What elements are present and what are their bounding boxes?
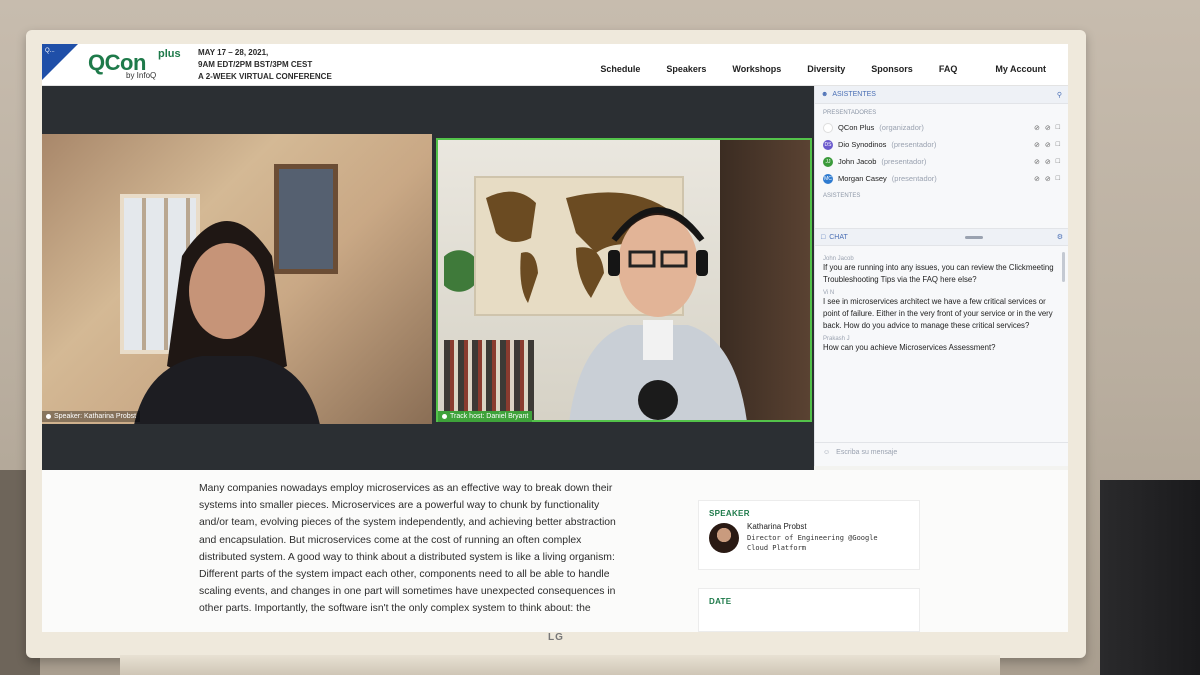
attendees-header[interactable]: ☻ ASISTENTES ⚲ — [815, 86, 1068, 104]
speaker-info: Katharina Probst Director of Engineering… — [747, 522, 878, 553]
settings-icon[interactable]: ⚙ — [1057, 233, 1063, 241]
screen-icon[interactable]: □ — [1056, 158, 1060, 166]
event-info: MAY 17 – 28, 2021, 9AM EDT/2PM BST/3PM C… — [198, 47, 332, 83]
camera-off-icon[interactable]: ⊘ — [1045, 158, 1051, 166]
speaker-video-tile[interactable] — [42, 134, 432, 424]
attendees-section-label: ASISTENTES — [823, 193, 861, 199]
camera-off-icon[interactable]: ⊘ — [1045, 175, 1051, 183]
date-card-label: DATE — [709, 597, 732, 606]
participant-name: John Jacob — [838, 157, 877, 166]
speaker-row: Katharina Probst Director of Engineering… — [699, 522, 919, 553]
loudspeaker — [1100, 480, 1200, 675]
chat-messages: John Jacob If you are running into any i… — [815, 248, 1068, 438]
participant-role: (presentador) — [891, 174, 937, 183]
event-tagline: A 2-WEEK VIRTUAL CONFERENCE — [198, 72, 332, 81]
participant-role: (presentador) — [891, 140, 937, 149]
speaker-title-line: Cloud Platform — [747, 544, 807, 552]
participant-avatar — [823, 122, 833, 133]
tv-stand — [120, 655, 1000, 675]
speaker-card[interactable]: SPEAKER Katharina Probst Director of Eng… — [698, 500, 920, 570]
bookshelf — [444, 340, 534, 420]
mic-muted-icon[interactable]: ⊘ — [1034, 175, 1040, 183]
host-caption: Track host: Daniel Bryant — [438, 411, 533, 422]
chat-scrollbar[interactable] — [1062, 252, 1065, 282]
nav-schedule[interactable]: Schedule — [600, 64, 640, 74]
participant-name: QCon Plus — [838, 123, 875, 132]
event-dates: MAY 17 – 28, 2021, — [198, 48, 269, 57]
message-text: How can you achieve Microservices Assess… — [823, 343, 996, 352]
participant-name: Dio Synodinos — [838, 140, 887, 149]
mic-muted-icon[interactable]: ⊘ — [1034, 141, 1040, 149]
chat-icon: □ — [821, 233, 826, 241]
session-description: Many companies nowadays employ microserv… — [199, 483, 616, 615]
chat-header[interactable]: □ CHAT ⚙ — [815, 228, 1068, 246]
message-text: If you are running into any issues, you … — [823, 263, 1054, 284]
presenters-section-label: PRESENTADORES — [823, 110, 877, 116]
search-icon[interactable]: ⚲ — [1057, 91, 1062, 99]
speaker-caption: Speaker: Katharina Probst — [42, 411, 141, 422]
nav-my-account[interactable]: My Account — [995, 64, 1046, 74]
participant-controls: ⊘ ⊘ □ — [1034, 158, 1060, 166]
main-nav: Schedule Speakers Workshops Diversity Sp… — [600, 64, 1046, 74]
speaker-caption-text: Speaker: Katharina Probst — [54, 413, 137, 420]
meeting-sidebar: ☻ ASISTENTES ⚲ PRESENTADORES QCon Plus (… — [814, 86, 1068, 466]
speaker-title: Director of Engineering @Google Cloud Pl… — [747, 533, 878, 553]
nav-faq[interactable]: FAQ — [939, 64, 958, 74]
speaker-title-line: Director of Engineering @Google — [747, 534, 878, 542]
participant-controls: ⊘ ⊘ □ — [1034, 175, 1060, 183]
participant-avatar: JJ — [823, 156, 833, 167]
speaker-name[interactable]: Katharina Probst — [747, 522, 878, 531]
session-content: Many companies nowadays employ microserv… — [42, 470, 1068, 632]
nav-sponsors[interactable]: Sponsors — [871, 64, 913, 74]
chat-input[interactable]: ☺ Escriba su mensaje — [815, 442, 1068, 462]
mic-muted-icon[interactable]: ⊘ — [1034, 158, 1040, 166]
camera-off-icon[interactable]: ⊘ — [1045, 141, 1051, 149]
video-stage: Speaker: Katharina Probst Track host: Da… — [42, 86, 814, 470]
participant-avatar: DS — [823, 139, 833, 150]
chat-input-placeholder: Escriba su mensaje — [836, 449, 898, 456]
camera-off-icon[interactable]: ⊘ — [1045, 124, 1051, 132]
tv-brand-logo: LG — [548, 632, 564, 643]
screen-icon[interactable]: □ — [1056, 124, 1060, 132]
host-figure — [569, 207, 747, 420]
browser-screen: Q... QCon plus by InfoQ MAY 17 – 28, 202… — [42, 44, 1068, 632]
participant-role: (presentador) — [881, 157, 927, 166]
attendees-label: ASISTENTES — [832, 91, 876, 98]
avatar — [709, 522, 739, 553]
participant-name: Morgan Casey — [838, 174, 887, 183]
message-text: I see in microservices architect we have… — [823, 297, 1053, 330]
participant-row[interactable]: QCon Plus (organizador) ⊘ ⊘ □ — [815, 119, 1068, 136]
event-time: 9AM EDT/2PM BST/3PM CEST — [198, 60, 313, 69]
emoji-icon[interactable]: ☺ — [823, 449, 830, 456]
nav-workshops[interactable]: Workshops — [732, 64, 781, 74]
mic-muted-icon[interactable]: ⊘ — [1034, 124, 1040, 132]
speaker-figure — [134, 221, 320, 424]
screen-icon[interactable]: □ — [1056, 175, 1060, 183]
participant-row[interactable]: JJ John Jacob (presentador) ⊘ ⊘ □ — [815, 153, 1068, 170]
nav-speakers[interactable]: Speakers — [666, 64, 706, 74]
host-caption-text: Track host: Daniel Bryant — [450, 413, 529, 420]
site-header: Q... QCon plus by InfoQ MAY 17 – 28, 202… — [42, 44, 1068, 86]
nav-diversity[interactable]: Diversity — [807, 64, 845, 74]
participant-row[interactable]: DS Dio Synodinos (presentador) ⊘ ⊘ □ — [815, 136, 1068, 153]
participant-row[interactable]: MC Morgan Casey (presentador) ⊘ ⊘ □ — [815, 170, 1068, 187]
participant-controls: ⊘ ⊘ □ — [1034, 124, 1060, 132]
plant — [444, 250, 474, 320]
mic-icon — [46, 414, 51, 419]
logo-byline: by InfoQ — [126, 71, 157, 80]
participant-role: (organizador) — [879, 123, 924, 132]
drag-handle[interactable] — [964, 235, 983, 239]
screen-icon[interactable]: □ — [1056, 141, 1060, 149]
people-icon: ☻ — [821, 91, 829, 98]
chat-label: CHAT — [829, 233, 848, 241]
mic-icon — [442, 414, 447, 419]
host-video-tile[interactable] — [436, 138, 812, 422]
speaker-card-label: SPEAKER — [709, 509, 750, 518]
logo-plus: plus — [158, 48, 181, 60]
corner-badge: Q... — [42, 44, 78, 80]
participant-controls: ⊘ ⊘ □ — [1034, 141, 1060, 149]
date-card: DATE — [698, 588, 920, 632]
participant-avatar: MC — [823, 173, 833, 184]
